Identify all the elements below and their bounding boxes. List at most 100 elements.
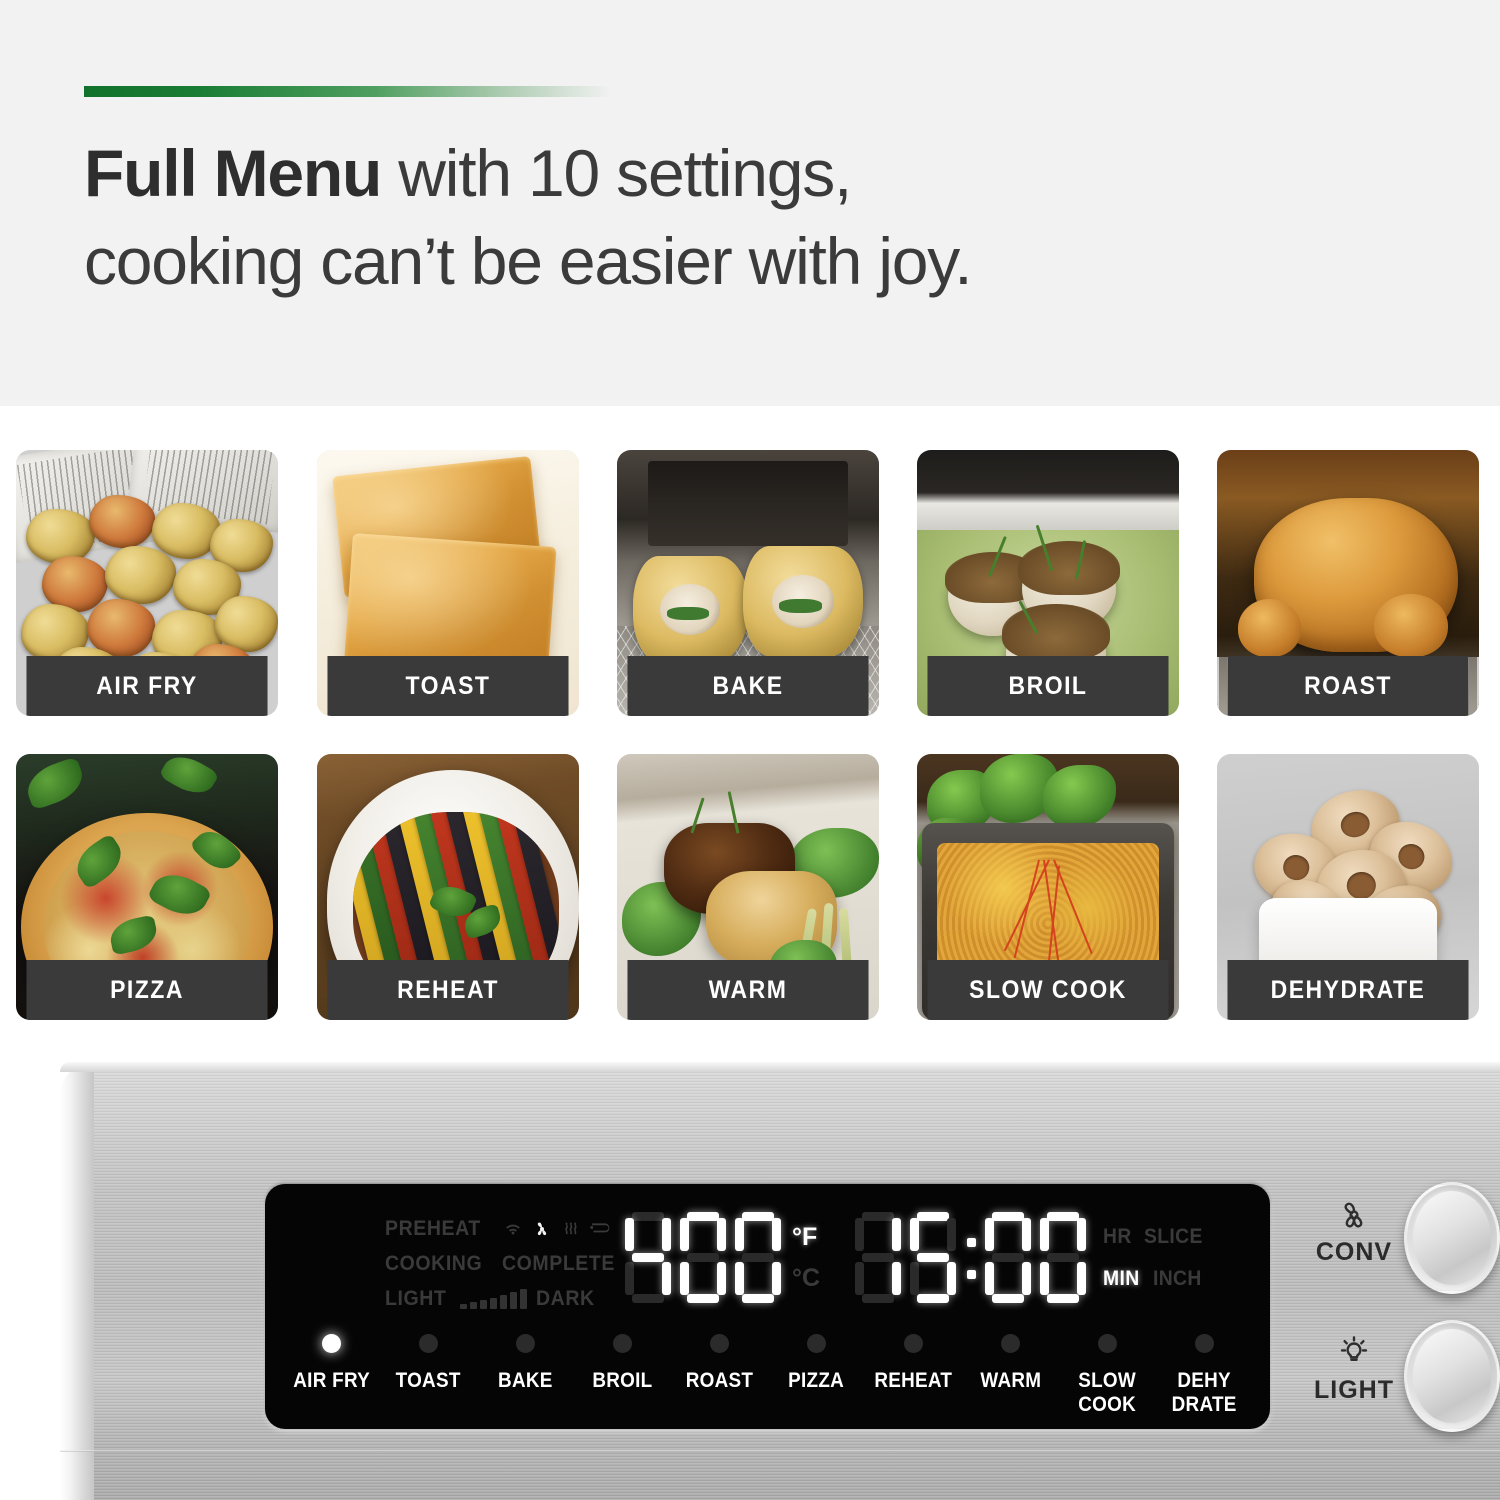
oven-seam-line: [60, 1450, 1500, 1452]
wifi-icon: [506, 1224, 520, 1235]
min-label: MIN: [1103, 1267, 1140, 1290]
status-row-preheat: PREHEAT: [385, 1214, 610, 1244]
mode-label: WARM: [980, 1369, 1041, 1392]
headline-line2: cooking can’t be easier with joy.: [84, 223, 973, 298]
headline-bold: Full Menu: [84, 136, 382, 210]
menu-tile-grid: AIR FRY TOAST BAKE BROIL ROAST PIZZA REH…: [16, 450, 1484, 1020]
mode-button-dehydrate[interactable]: DEHY DRATE: [1156, 1332, 1253, 1416]
mode-label: BAKE: [498, 1369, 553, 1392]
mode-label: REHEAT: [874, 1369, 953, 1392]
tile-row: AIR FRY TOAST BAKE BROIL ROAST: [16, 450, 1484, 716]
mode-button-warm[interactable]: WARM: [962, 1332, 1059, 1393]
status-row-doneness: LIGHT DARK: [385, 1284, 610, 1314]
tile-label: BAKE: [627, 656, 869, 716]
display-status-column: PREHEAT COOKING COMPLETE LIGHT DARK: [385, 1214, 614, 1314]
conv-control: CONV: [1300, 1180, 1500, 1298]
timer-display: HR SLICE MIN INCH: [853, 1210, 1208, 1306]
timer-digit-2: [908, 1210, 958, 1306]
menu-tile-air-fry[interactable]: AIR FRY: [16, 450, 278, 716]
mode-label: DEHY DRATE: [1171, 1369, 1238, 1416]
tile-label: WARM: [627, 960, 869, 1020]
mode-indicator-dot: [322, 1334, 341, 1353]
tile-label: AIR FRY: [26, 656, 268, 716]
heat-waves-icon: [565, 1222, 577, 1235]
hr-label: HR: [1103, 1225, 1132, 1248]
fan-icon: [1344, 1202, 1363, 1228]
menu-tile-slow-cook[interactable]: SLOW COOK: [917, 754, 1179, 1020]
light-label: LIGHT: [1314, 1376, 1394, 1404]
menu-tile-toast[interactable]: TOAST: [317, 450, 579, 716]
mode-button-slow-cook[interactable]: SLOW COOK: [1059, 1332, 1156, 1416]
mode-indicator-dot: [807, 1334, 826, 1353]
control-panel: PREHEAT COOKING COMPLETE LIGHT DARK °F °…: [265, 1184, 1270, 1429]
mode-indicator-dot: [419, 1334, 438, 1353]
light-label-group: LIGHT: [1308, 1332, 1400, 1405]
timer-unit-labels: HR SLICE MIN INCH: [1103, 1210, 1208, 1306]
mode-indicator-dot: [1195, 1334, 1214, 1353]
page-headline: Full Menu with 10 settings, cooking can’…: [84, 130, 1404, 306]
mode-label: PIZZA: [788, 1369, 845, 1392]
menu-tile-dehydrate[interactable]: DEHYDRATE: [1217, 754, 1479, 1020]
tile-label: TOAST: [327, 656, 569, 716]
conv-label-group: CONV: [1308, 1194, 1400, 1267]
menu-tile-pizza[interactable]: PIZZA: [16, 754, 278, 1020]
temperature-units: °F °C: [792, 1210, 820, 1306]
mode-indicator-dot: [904, 1334, 923, 1353]
timer-digit-4: [1038, 1210, 1088, 1306]
light-bulb-icon: [1340, 1336, 1368, 1361]
tile-label: BROIL: [927, 656, 1169, 716]
led-display: PREHEAT COOKING COMPLETE LIGHT DARK °F °…: [385, 1212, 1245, 1314]
mode-button-toast[interactable]: TOAST: [380, 1332, 477, 1393]
mode-label: AIR FRY: [293, 1369, 370, 1392]
mode-label: TOAST: [395, 1369, 462, 1392]
cooking-label: COOKING: [385, 1252, 483, 1275]
mode-button-row: AIR FRY TOAST BAKE BROIL ROAST PIZZA REH…: [283, 1332, 1253, 1416]
conv-label: CONV: [1315, 1238, 1393, 1266]
mode-button-reheat[interactable]: REHEAT: [865, 1332, 962, 1393]
tile-label: PIZZA: [26, 960, 268, 1020]
timer-digit-3: [983, 1210, 1033, 1306]
inch-label: INCH: [1152, 1267, 1202, 1290]
celsius-label: °C: [792, 1264, 821, 1292]
tile-row: PIZZA REHEAT WARM SLOW COOK DEHYDRATE: [16, 754, 1484, 1020]
timer-unit-row-bottom: MIN INCH: [1103, 1267, 1208, 1291]
fahrenheit-label: °F: [792, 1223, 818, 1251]
light-control: LIGHT: [1300, 1318, 1500, 1436]
temp-digit-1: [623, 1210, 673, 1306]
knob-area: CONV LIGHT: [1300, 1180, 1500, 1436]
tile-label: DEHYDRATE: [1227, 960, 1469, 1020]
tile-label: ROAST: [1227, 656, 1469, 716]
tile-label: SLOW COOK: [927, 960, 1169, 1020]
slice-label: SLICE: [1144, 1225, 1203, 1248]
menu-tile-reheat[interactable]: REHEAT: [317, 754, 579, 1020]
tile-label: REHEAT: [327, 960, 569, 1020]
complete-label: COMPLETE: [501, 1252, 615, 1275]
temp-digit-2: [678, 1210, 728, 1306]
mode-button-pizza[interactable]: PIZZA: [768, 1332, 865, 1393]
oven-top-edge: [60, 1062, 1500, 1072]
conv-knob[interactable]: [1404, 1182, 1500, 1294]
mode-button-bake[interactable]: BAKE: [477, 1332, 574, 1393]
light-knob[interactable]: [1404, 1320, 1500, 1432]
fan-icon: [537, 1222, 547, 1236]
menu-tile-roast[interactable]: ROAST: [1217, 450, 1479, 716]
temperature-display: °F °C: [623, 1210, 820, 1306]
temp-digit-3: [733, 1210, 783, 1306]
oven-appliance: PREHEAT COOKING COMPLETE LIGHT DARK °F °…: [60, 1062, 1500, 1500]
timer-unit-row-top: HR SLICE: [1103, 1225, 1208, 1249]
timer-digit-1: [853, 1210, 903, 1306]
mode-label: SLOW COOK: [1078, 1369, 1137, 1416]
menu-tile-warm[interactable]: WARM: [617, 754, 879, 1020]
mode-indicator-dot: [1001, 1334, 1020, 1353]
mode-label: ROAST: [685, 1369, 754, 1392]
menu-tile-broil[interactable]: BROIL: [917, 450, 1179, 716]
menu-tile-bake[interactable]: BAKE: [617, 450, 879, 716]
green-accent-bar: [84, 86, 612, 97]
mode-indicator-dot: [1098, 1334, 1117, 1353]
mode-button-roast[interactable]: ROAST: [671, 1332, 768, 1393]
status-row-cooking: COOKING COMPLETE: [385, 1249, 614, 1279]
dark-label: DARK: [536, 1287, 595, 1310]
mode-button-broil[interactable]: BROIL: [574, 1332, 671, 1393]
mode-button-air-fry[interactable]: AIR FRY: [283, 1332, 380, 1393]
light-label: LIGHT: [385, 1287, 447, 1310]
